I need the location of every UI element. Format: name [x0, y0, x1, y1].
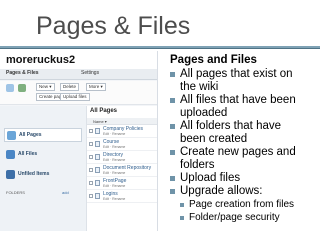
bullet-heading: Pages and Files: [170, 54, 257, 66]
new-page-icon: [6, 84, 14, 92]
folders-heading: FOLDERS: [6, 190, 25, 195]
row-checkbox[interactable]: [89, 168, 93, 172]
page-icon: [95, 193, 100, 199]
page-icon: [95, 154, 100, 160]
sidebar-item-unfiled-items[interactable]: Unfiled Items: [4, 168, 82, 182]
page-icon: [95, 141, 100, 147]
sub-bullet-square-icon: [180, 203, 184, 207]
bullet-square-icon: [170, 72, 175, 77]
bullet-square-icon: [170, 189, 175, 194]
sub-bullet-item: Folder/page security: [180, 212, 280, 224]
bullet-item: Upgrade allows:: [170, 185, 262, 198]
wiki-screenshot: moreruckus2 Pages & Files Settings New ▾…: [0, 51, 158, 231]
wiki-toolbar: New ▾ Delete More ▾ Create page Upload f…: [0, 81, 157, 105]
unfiled-icon: [6, 170, 15, 179]
wiki-sidebar: All Pages All Files Unfiled Items FOLDER…: [0, 106, 86, 231]
table-row[interactable]: FrontPage Edit · Rename: [87, 178, 157, 190]
row-checkbox[interactable]: [89, 181, 93, 185]
row-checkbox[interactable]: [89, 129, 93, 133]
new-button[interactable]: New ▾: [36, 83, 55, 91]
page-icon: [95, 167, 100, 173]
tab-settings[interactable]: Settings: [81, 70, 99, 76]
table-row[interactable]: Directory Edit · Rename: [87, 152, 157, 164]
tab-pages-files[interactable]: Pages & Files: [6, 70, 39, 76]
sidebar-item-all-pages[interactable]: All Pages: [4, 128, 82, 142]
slide-title: Pages & Files: [36, 12, 191, 40]
bullet-line: uploaded: [180, 107, 228, 119]
row-actions[interactable]: Edit · Rename: [103, 171, 125, 175]
add-folder-link[interactable]: add: [62, 190, 69, 195]
pages-icon: [7, 131, 16, 140]
row-checkbox[interactable]: [89, 194, 93, 198]
page-icon: [95, 180, 100, 186]
sidebar-item-label: Unfiled Items: [18, 171, 50, 177]
sub-bullet-text: Folder/page security: [189, 212, 280, 223]
wiki-content: All Pages Name ▾ Company Policies Edit ·…: [86, 106, 157, 231]
bullet-square-icon: [170, 150, 175, 155]
page-icon: [95, 128, 100, 134]
more-button[interactable]: More ▾: [86, 83, 106, 91]
sidebar-item-label: All Files: [18, 151, 38, 157]
bullet-line: All pages that exist on: [180, 68, 293, 80]
bullet-square-icon: [170, 124, 175, 129]
sub-bullet-text: Page creation from files: [189, 199, 295, 210]
bullet-line: All files that have been: [180, 94, 296, 106]
row-checkbox[interactable]: [89, 155, 93, 159]
bullet-line: been created: [180, 133, 248, 145]
table-row[interactable]: Course Edit · Rename: [87, 139, 157, 151]
bullet-item: Upload files: [170, 172, 240, 185]
column-header[interactable]: Name ▾: [87, 118, 157, 125]
row-actions[interactable]: Edit · Rename: [103, 184, 125, 188]
table-row[interactable]: Company Policies Edit · Rename: [87, 126, 157, 138]
sub-bullet-item: Page creation from files: [180, 199, 294, 211]
bullet-line: folders: [180, 159, 215, 171]
bullet-line: Create new pages and: [180, 146, 296, 158]
bullet-line: the wiki: [180, 81, 219, 93]
upload-files-button[interactable]: Upload files: [60, 93, 90, 101]
title-divider-dark: [0, 48, 320, 49]
table-row[interactable]: Logins Edit · Rename: [87, 191, 157, 203]
row-checkbox[interactable]: [89, 142, 93, 146]
wiki-tabs: Pages & Files Settings: [0, 69, 157, 80]
files-icon: [6, 150, 15, 159]
row-actions[interactable]: Edit · Rename: [103, 158, 125, 162]
sub-bullet-square-icon: [180, 216, 184, 220]
row-actions[interactable]: Edit · Rename: [103, 132, 125, 136]
content-heading: All Pages: [90, 108, 118, 114]
sidebar-item-label: All Pages: [19, 132, 42, 138]
bullet-item: All pages that exist on the wiki: [170, 68, 293, 94]
wiki-header: moreruckus2: [0, 51, 157, 69]
row-actions[interactable]: Edit · Rename: [103, 197, 125, 201]
table-row[interactable]: Document Repository Edit · Rename: [87, 165, 157, 177]
row-actions[interactable]: Edit · Rename: [103, 145, 125, 149]
name-column-label[interactable]: Name ▾: [93, 119, 107, 124]
bullet-item: All folders that have been created: [170, 120, 281, 146]
wiki-site-name[interactable]: moreruckus2: [6, 54, 75, 66]
sidebar-item-all-files[interactable]: All Files: [4, 148, 82, 162]
bullet-item: Create new pages and folders: [170, 146, 296, 172]
bullet-square-icon: [170, 98, 175, 103]
bullet-line: Upload files: [180, 172, 241, 184]
upload-icon: [18, 84, 26, 92]
bullet-item: All files that have been uploaded: [170, 94, 296, 120]
bullet-line: Upgrade allows:: [180, 185, 263, 197]
delete-button[interactable]: Delete: [60, 83, 80, 91]
bullet-line: All folders that have: [180, 120, 282, 132]
bullet-square-icon: [170, 176, 175, 181]
